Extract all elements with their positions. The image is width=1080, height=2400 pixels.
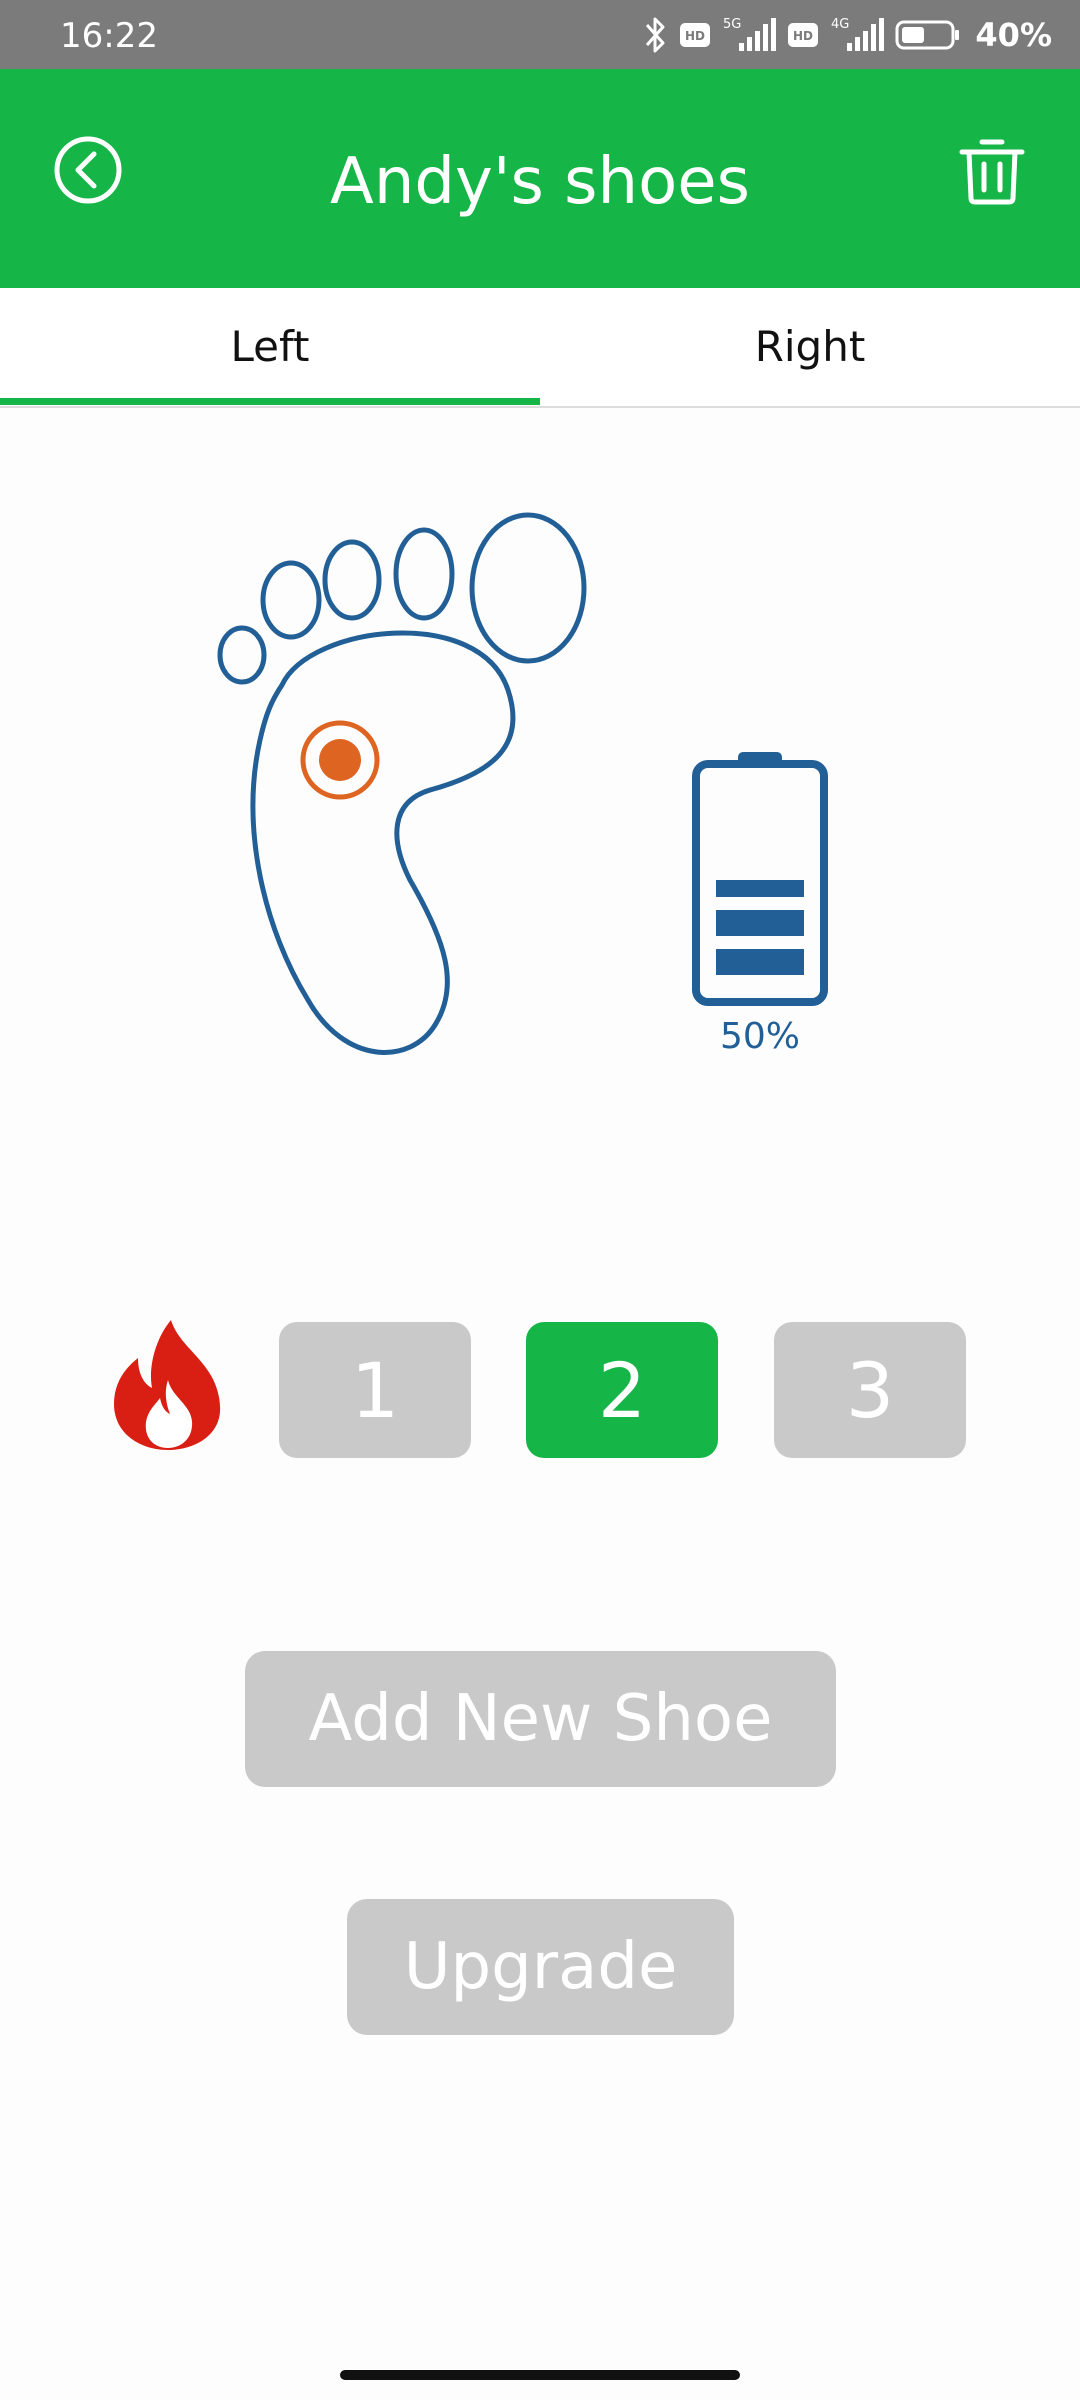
status-time: 16:22 [60, 16, 158, 56]
battery-level-label: 50% [719, 1016, 800, 1057]
status-icons: HD 5G HD 4G 40% [641, 12, 1052, 58]
tab-right[interactable]: Right [540, 288, 1080, 406]
app-bar: Andy's shoes [0, 69, 1080, 288]
heat-level-3-button[interactable]: 3 [774, 1322, 966, 1458]
tab-left[interactable]: Left [0, 288, 540, 406]
page-title: Andy's shoes [330, 145, 750, 219]
foot-outline-icon [217, 512, 587, 1055]
tab-indicator [0, 398, 540, 405]
bluetooth-icon [646, 17, 665, 53]
heat-level-2-button[interactable]: 2 [526, 1322, 718, 1458]
trash-icon [959, 139, 1025, 205]
signal-icon: 4G [831, 17, 885, 51]
home-indicator[interactable] [340, 2370, 740, 2380]
heat-level-1-button[interactable]: 1 [279, 1322, 471, 1458]
add-new-shoe-button[interactable]: Add New Shoe [245, 1651, 836, 1787]
signal-icon: 5G [723, 17, 777, 51]
delete-button[interactable] [956, 134, 1028, 206]
battery-level-bar [716, 910, 804, 936]
svg-text:4G: 4G [831, 17, 849, 32]
upgrade-button[interactable]: Upgrade [347, 1899, 734, 2035]
battery-level-bar [716, 880, 804, 897]
hd-icon: HD [680, 23, 711, 47]
battery-percentage: 40% [975, 16, 1052, 54]
svg-text:HD: HD [685, 29, 705, 43]
fire-icon [114, 1320, 221, 1450]
status-bar: 16:22 HD 5G HD 4G 40% [0, 0, 1080, 69]
battery-icon [692, 752, 828, 1006]
svg-text:5G: 5G [723, 17, 741, 32]
hd-icon: HD [788, 23, 819, 47]
svg-text:HD: HD [793, 29, 813, 43]
battery-level-bar [716, 949, 804, 975]
battery-icon [895, 20, 960, 50]
side-tabs: Left Right [0, 288, 1080, 408]
